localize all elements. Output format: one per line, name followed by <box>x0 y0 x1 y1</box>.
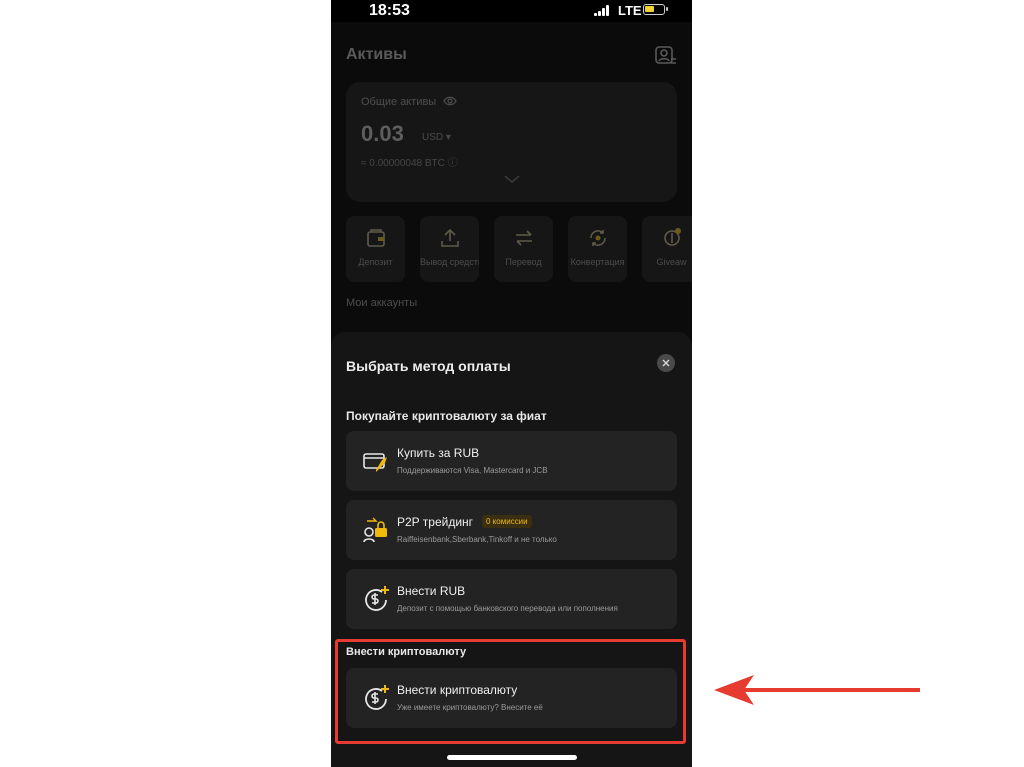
transfer-arrows-icon <box>516 230 532 246</box>
upload-icon <box>441 228 459 247</box>
convert-icon <box>590 230 606 246</box>
convert-label: Конвертация <box>570 257 625 267</box>
option-subtitle: Депозит с помощью банковского перевода и… <box>397 604 618 613</box>
status-bar: 18:53 LTE <box>331 0 692 22</box>
card-rocket-icon <box>363 453 387 472</box>
assets-background: Активы Общие активы 0.03 USD ▾ ≈ 0.00000… <box>331 22 692 352</box>
deposit-rub-option[interactable]: Внести RUB Депозит с помощью банковского… <box>346 569 677 629</box>
my-accounts-heading: Мои аккаунты <box>346 297 418 309</box>
zero-fee-badge: 0 комиссии <box>482 515 532 528</box>
giveaway-label: Giveaw <box>656 257 687 267</box>
battery-icon <box>643 4 668 15</box>
total-assets-value: 0.03 <box>361 121 404 146</box>
page-title: Активы <box>346 46 407 63</box>
giveaway-action[interactable]: Giveaw <box>642 216 692 282</box>
total-assets-label: Общие активы <box>361 96 437 108</box>
close-icon <box>662 359 670 367</box>
transfer-action[interactable]: Перевод <box>494 216 553 282</box>
quick-actions: Депозит Вывод средств Перевод Конвертаци… <box>346 216 692 282</box>
highlight-box <box>335 639 686 744</box>
option-title: Купить за RUB <box>397 446 480 460</box>
option-title: Внести RUB <box>397 584 466 598</box>
eye-icon[interactable] <box>443 95 457 107</box>
p2p-option[interactable]: P2P трейдинг 0 комиссии Raiffeisenbank,S… <box>346 500 677 560</box>
p2p-exchange-icon <box>363 517 387 543</box>
deposit-label: Депозит <box>358 257 393 267</box>
profile-switch-icon[interactable] <box>654 44 678 68</box>
giveaway-icon <box>664 228 681 246</box>
transfer-label: Перевод <box>505 257 542 267</box>
dollar-plus-icon <box>365 586 389 611</box>
signal-icon <box>594 5 614 16</box>
total-assets-card[interactable]: Общие активы 0.03 USD ▾ ≈ 0.00000048 BTC… <box>346 82 677 202</box>
currency-select[interactable]: USD ▾ <box>422 132 451 143</box>
pointer-arrow-icon <box>714 675 920 705</box>
home-indicator <box>447 755 577 760</box>
chevron-down-icon[interactable] <box>503 174 521 184</box>
convert-action[interactable]: Конвертация <box>568 216 627 282</box>
deposit-action[interactable]: Депозит <box>346 216 405 282</box>
sheet-title: Выбрать метод оплаты <box>346 358 511 374</box>
option-subtitle: Поддерживаются Visa, Mastercard и JCB <box>397 466 548 475</box>
withdraw-action[interactable]: Вывод средств <box>420 216 479 282</box>
status-time: 18:53 <box>369 2 410 19</box>
close-button[interactable] <box>657 354 675 372</box>
deposit-wallet-icon <box>367 229 385 247</box>
option-title: P2P трейдинг <box>397 515 474 529</box>
network-label: LTE <box>618 3 642 18</box>
withdraw-label: Вывод средств <box>420 257 479 267</box>
fiat-section-heading: Покупайте криптовалюту за фиат <box>346 409 547 423</box>
buy-rub-option[interactable]: Купить за RUB Поддерживаются Visa, Maste… <box>346 431 677 491</box>
btc-equivalent: ≈ 0.00000048 BTC ⓘ <box>361 158 458 169</box>
option-subtitle: Raiffeisenbank,Sberbank,Tinkoff и не тол… <box>397 535 557 544</box>
